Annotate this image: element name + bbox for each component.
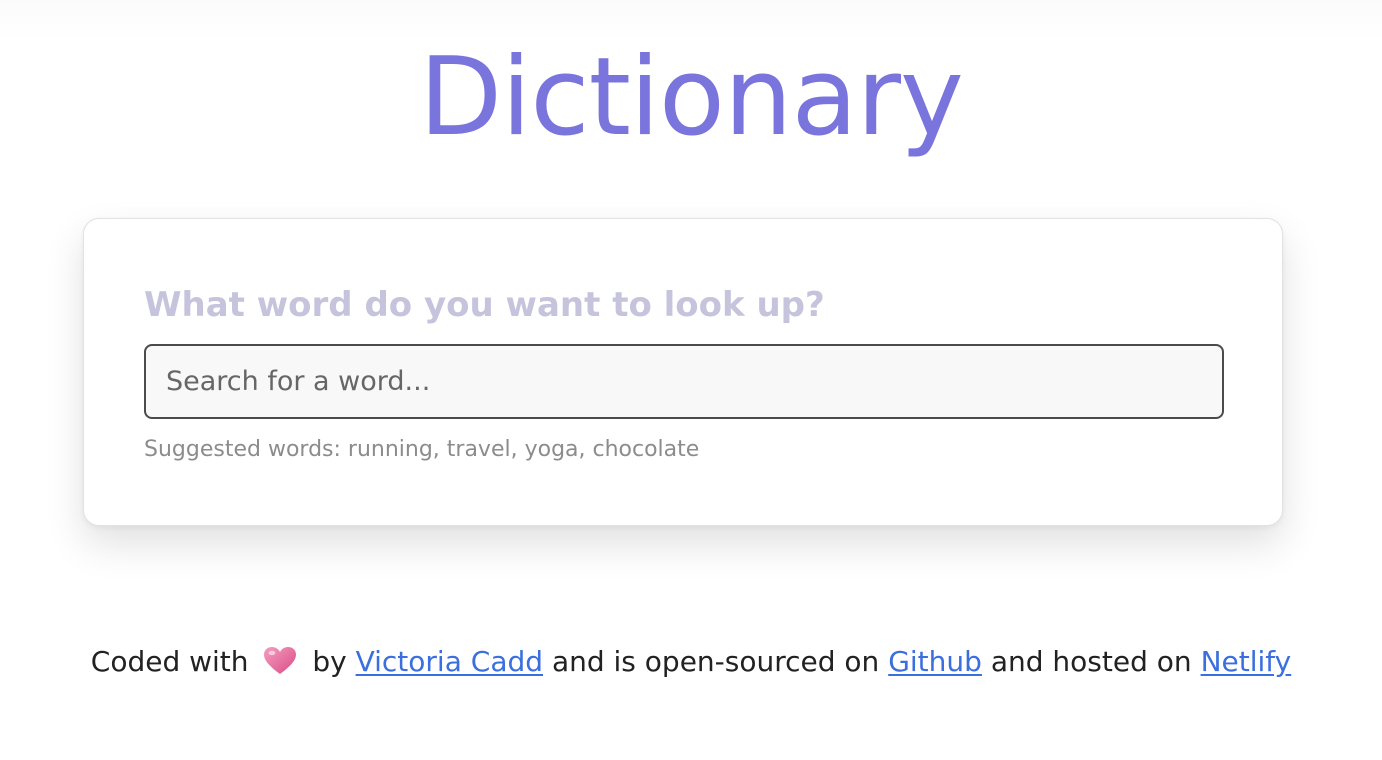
heart-icon	[263, 645, 297, 675]
app-title: Dictionary	[419, 35, 964, 160]
github-link[interactable]: Github	[888, 645, 982, 678]
footer-text-coded-with: Coded with	[90, 645, 249, 678]
footer-text-open-sourced: and is open-sourced on	[551, 645, 880, 678]
search-card: What word do you want to look up? Sugges…	[83, 218, 1283, 526]
search-prompt: What word do you want to look up?	[144, 285, 825, 325]
footer-text-hosted: and hosted on	[990, 645, 1192, 678]
footer: Coded with by Victoria Cadd and is open-…	[0, 640, 1382, 684]
suggested-words: Suggested words: running, travel, yoga, …	[144, 437, 700, 462]
netlify-link[interactable]: Netlify	[1201, 645, 1292, 678]
footer-text-by: by	[312, 645, 347, 678]
page: Dictionary What word do you want to look…	[0, 0, 1382, 760]
search-input[interactable]	[144, 344, 1224, 419]
author-link[interactable]: Victoria Cadd	[356, 645, 543, 678]
